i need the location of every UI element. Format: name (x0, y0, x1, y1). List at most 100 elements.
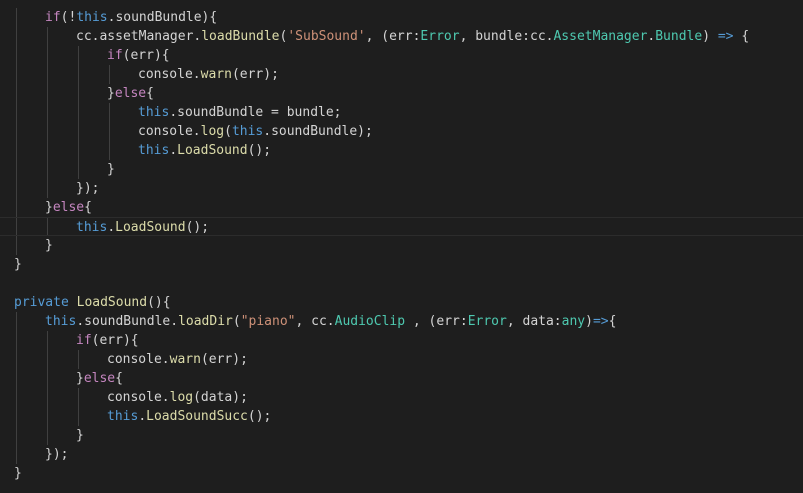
code-text: this.soundBundle = bundle; (138, 103, 342, 122)
code-token: , (err: (405, 314, 468, 329)
code-token: console. (107, 390, 170, 405)
code-line[interactable]: } (0, 255, 803, 274)
code-token: } (76, 428, 84, 443)
code-line[interactable]: this.LoadSound(); (0, 141, 803, 160)
code-token: .soundBundle. (76, 314, 179, 329)
code-token: Bundle (655, 29, 703, 44)
code-token: this (138, 143, 170, 158)
code-line[interactable]: this.LoadSoundSucc(); (0, 407, 803, 426)
code-token: warn (200, 67, 232, 82)
code-token: => (592, 314, 609, 329)
code-token: this (45, 314, 77, 329)
code-token: this (76, 10, 108, 25)
code-text: if(!this.soundBundle){ (45, 8, 217, 27)
code-token: AssetManager (553, 29, 648, 44)
code-text: console.log(data); (107, 388, 248, 407)
code-text: }else{ (76, 369, 123, 388)
code-token: if (45, 10, 61, 25)
code-token: warn (169, 352, 201, 367)
code-token: ) (585, 314, 593, 329)
code-text: console.warn(err); (138, 65, 279, 84)
code-line[interactable]: console.log(this.soundBundle); (0, 122, 803, 141)
code-line[interactable]: }else{ (0, 198, 803, 217)
code-text: private LoadSound(){ (14, 293, 171, 312)
code-token: (err){ (91, 333, 139, 348)
code-text: }else{ (107, 84, 154, 103)
code-token: ( (232, 314, 241, 329)
code-token: 'SubSound' (287, 29, 366, 44)
code-token: if (76, 333, 92, 348)
code-token: LoadSound (115, 220, 186, 235)
code-token: , cc. (295, 314, 335, 329)
code-token: .soundBundle = bundle; (169, 105, 342, 120)
code-token: . (169, 143, 178, 158)
code-token: . (138, 409, 147, 424)
code-line[interactable]: }else{ (0, 369, 803, 388)
code-text: console.warn(err); (107, 350, 248, 369)
code-token: loadDir (178, 314, 233, 329)
code-text: } (76, 426, 84, 445)
code-line[interactable]: this.LoadSound(); (0, 217, 803, 236)
code-token: (err); (231, 67, 279, 82)
code-token: AudioClip (334, 314, 406, 329)
code-token: any (561, 314, 586, 329)
code-token: }); (45, 447, 69, 462)
code-token: if (107, 48, 123, 63)
code-token: else (83, 371, 116, 386)
code-text: } (14, 464, 22, 483)
code-token: (! (60, 10, 77, 25)
code-token: { (115, 371, 123, 386)
code-text: if(err){ (107, 46, 170, 65)
code-token: log (200, 124, 225, 139)
code-token: LoadSound (177, 143, 248, 158)
code-text: this.soundBundle.loadDir("piano", cc.Aud… (45, 312, 616, 331)
code-token: ) (702, 29, 718, 44)
code-token: , (err: (365, 29, 421, 44)
code-token: this (231, 124, 264, 139)
code-token: loadBundle (201, 29, 280, 44)
code-text: this.LoadSound(); (76, 218, 209, 237)
code-line[interactable]: console.warn(err); (0, 350, 803, 369)
code-editor[interactable]: if(!this.soundBundle){cc.assetManager.lo… (0, 0, 803, 493)
code-line[interactable]: }else{ (0, 84, 803, 103)
code-token: (err){ (122, 48, 170, 63)
code-token: this (107, 409, 139, 424)
code-line[interactable]: cc.assetManager.loadBundle('SubSound', (… (0, 27, 803, 46)
code-line[interactable]: if(err){ (0, 46, 803, 65)
code-line[interactable]: }); (0, 179, 803, 198)
code-line[interactable]: this.soundBundle = bundle; (0, 103, 803, 122)
code-token: this (138, 105, 170, 120)
code-line[interactable]: if(err){ (0, 331, 803, 350)
code-token: (); (247, 409, 272, 424)
code-line[interactable]: console.warn(err); (0, 65, 803, 84)
code-token: ( (224, 124, 232, 139)
code-text: }); (45, 445, 68, 464)
code-token: LoadSoundSucc (146, 409, 248, 424)
code-text: cc.assetManager.loadBundle('SubSound', (… (76, 27, 749, 46)
code-line[interactable]: if(!this.soundBundle){ (0, 8, 803, 27)
code-token: , data: (506, 314, 562, 329)
code-line[interactable]: console.log(data); (0, 388, 803, 407)
code-token: (); (185, 220, 210, 235)
code-token: } (107, 86, 115, 101)
code-line[interactable]: } (0, 236, 803, 255)
code-token: }); (76, 181, 100, 196)
code-line[interactable]: }); (0, 445, 803, 464)
code-token: log (169, 390, 194, 405)
code-text: this.LoadSound(); (138, 141, 271, 160)
code-line[interactable]: private LoadSound(){ (0, 293, 803, 312)
code-token: console. (107, 352, 170, 367)
code-token: } (14, 257, 22, 272)
code-token: cc.assetManager. (76, 29, 202, 44)
code-token: Error (467, 314, 507, 329)
code-token: else (52, 200, 85, 215)
code-line[interactable] (0, 274, 803, 293)
code-line[interactable]: this.soundBundle.loadDir("piano", cc.Aud… (0, 312, 803, 331)
code-line[interactable]: } (0, 464, 803, 483)
code-line[interactable]: } (0, 426, 803, 445)
code-token: (err); (200, 352, 248, 367)
code-line[interactable]: } (0, 160, 803, 179)
code-token: .soundBundle); (263, 124, 373, 139)
code-token: { (608, 314, 617, 329)
